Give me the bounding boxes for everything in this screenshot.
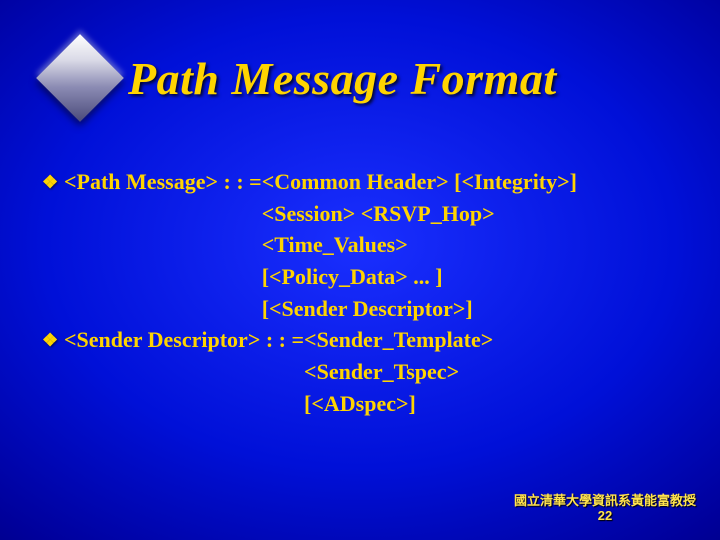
- slide-content: ❖ <Path Message> : : = <Common Header> […: [42, 166, 690, 419]
- slide-number: 22: [514, 508, 696, 524]
- grammar-rhs-line: <Session> <RSVP_Hop>: [262, 198, 577, 230]
- grammar-rhs-line: [<Policy_Data> ... ]: [262, 261, 577, 293]
- grammar-rhs-line: <Common Header> [<Integrity>]: [262, 166, 577, 198]
- grammar-rhs-line: <Sender_Tspec>: [304, 356, 493, 388]
- grammar-lhs: <Sender Descriptor> : : =: [64, 324, 304, 356]
- bullet-item: ❖ <Sender Descriptor> : : = <Sender_Temp…: [42, 324, 690, 419]
- grammar-rhs-line: <Sender_Template>: [304, 324, 493, 356]
- bullet-icon: ❖: [42, 324, 64, 356]
- diamond-icon: [36, 34, 124, 122]
- bullet-item: ❖ <Path Message> : : = <Common Header> […: [42, 166, 690, 324]
- bullet-icon: ❖: [42, 166, 64, 198]
- slide-footer: 國立清華大學資訊系黃能富教授 22: [514, 493, 696, 524]
- grammar-rhs-line: [<Sender Descriptor>]: [262, 293, 577, 325]
- title-row: Path Message Format: [36, 34, 557, 122]
- footer-credit: 國立清華大學資訊系黃能富教授: [514, 493, 696, 509]
- grammar-lhs: <Path Message> : : =: [64, 166, 262, 198]
- grammar-rhs: <Common Header> [<Integrity>] <Session> …: [262, 166, 577, 324]
- grammar-rhs-line: <Time_Values>: [262, 229, 577, 261]
- grammar-rhs-line: [<ADspec>]: [304, 388, 493, 420]
- grammar-rhs: <Sender_Template> <Sender_Tspec> [<ADspe…: [304, 324, 493, 419]
- slide-title: Path Message Format: [128, 52, 557, 105]
